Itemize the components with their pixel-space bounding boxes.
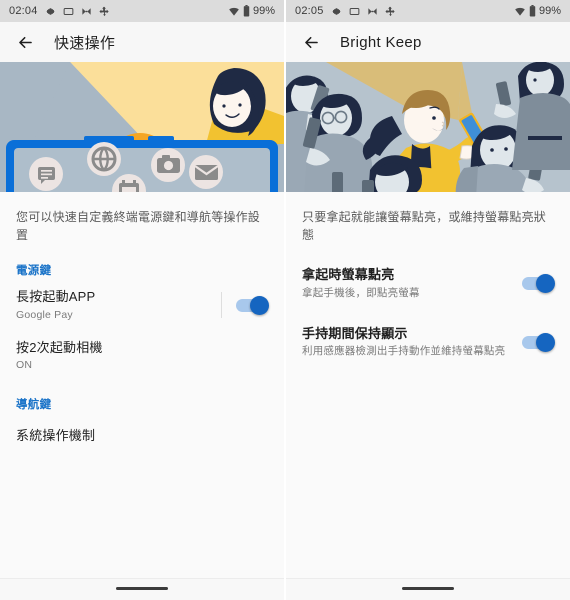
row-title: 按2次起動相機 <box>16 339 103 355</box>
section-header-power-key: 電源鍵 <box>16 265 52 277</box>
app-bar: Bright Keep <box>286 22 570 62</box>
wifi-icon <box>514 6 526 17</box>
bowtie-icon <box>367 6 378 17</box>
status-icon-group <box>331 6 396 17</box>
back-arrow-icon[interactable] <box>298 29 324 55</box>
status-bar: 02:04 99% <box>0 0 284 22</box>
list-item[interactable]: 手持期間保持顯示 利用感應器檢測出手持動作並維持螢幕點亮 <box>286 317 570 368</box>
toggle-knob <box>536 273 555 293</box>
bowtie-icon <box>81 6 92 17</box>
section-header-nav-key: 導航鍵 <box>16 398 52 411</box>
row-title: 長按起動APP <box>16 289 96 304</box>
status-time: 02:04 <box>9 5 38 17</box>
app-bar: 快速操作 <box>0 22 284 62</box>
row-divider <box>221 292 222 319</box>
row-texts: 拿起時螢幕點亮 拿起手機後，即點亮螢幕 <box>302 266 522 301</box>
wifi-icon <box>228 6 240 17</box>
screenshot-icon <box>63 6 74 17</box>
page-title: Bright Keep <box>340 33 422 51</box>
right-phone-screen: 02:05 99% Bright Keep 只要拿起就能讓螢幕點亮，或維持螢幕點… <box>286 0 570 600</box>
row-texts: 長按起動APP Google Pay <box>16 288 213 323</box>
list-item[interactable]: 拿起時螢幕點亮 拿起手機後，即點亮螢幕 <box>286 258 570 309</box>
move-icon <box>98 6 110 17</box>
gesture-nav-bar <box>286 578 570 600</box>
status-right-group: 99% <box>514 5 561 17</box>
row-subtitle: Google Pay <box>16 308 73 321</box>
status-bar: 02:05 99% <box>286 0 570 22</box>
left-phone-screen: 02:04 99% 快速操作 您可以快速自定義終端電源鍵和導航等操作設置 電源鍵… <box>0 0 284 600</box>
battery-icon <box>243 5 250 17</box>
toggle-switch-hold-to-keep-on[interactable] <box>522 332 555 352</box>
row-title: 系統操作機制 <box>16 427 96 443</box>
move-icon <box>384 6 396 17</box>
intro-text: 只要拿起就能讓螢幕點亮，或維持螢幕點亮狀態 <box>302 210 547 242</box>
quick-action-illustration: $ <box>0 62 284 192</box>
screenshot-icon <box>349 6 360 17</box>
battery-percent: 99% <box>538 5 561 17</box>
row-subtitle: 利用感應器檢測出手持動作並維持螢幕點亮 <box>302 345 506 358</box>
gear-icon <box>331 6 342 17</box>
crowd-phone-illustration <box>286 62 570 192</box>
status-time: 02:05 <box>295 5 324 17</box>
intro-text: 您可以快速自定義終端電源鍵和導航等操作設置 <box>16 210 261 242</box>
dual-screenshot-container: 02:04 99% 快速操作 您可以快速自定義終端電源鍵和導航等操作設置 電源鍵… <box>0 0 570 600</box>
gesture-nav-bar <box>0 578 284 600</box>
status-icon-group <box>45 6 110 17</box>
row-title: 手持期間保持顯示 <box>302 325 408 341</box>
gear-icon <box>45 6 56 17</box>
gesture-nav-pill[interactable] <box>402 587 454 590</box>
row-title: 拿起時螢幕點亮 <box>302 267 395 282</box>
list-item[interactable]: 系統操作機制 <box>0 414 284 458</box>
row-texts: 手持期間保持顯示 利用感應器檢測出手持動作並維持螢幕點亮 <box>302 325 522 360</box>
toggle-knob <box>250 295 269 315</box>
toggle-knob <box>536 332 555 352</box>
settings-body: 只要拿起就能讓螢幕點亮，或維持螢幕點亮狀態 拿起時螢幕點亮 拿起手機後，即點亮螢… <box>286 192 570 368</box>
row-subtitle: ON <box>16 359 33 372</box>
list-item[interactable]: 按2次起動相機 ON <box>0 331 284 382</box>
row-subtitle: 拿起手機後，即點亮螢幕 <box>302 286 420 299</box>
row-texts: 按2次起動相機 ON <box>16 339 270 374</box>
settings-body: 您可以快速自定義終端電源鍵和導航等操作設置 電源鍵 長按起動APP Google… <box>0 192 284 458</box>
list-item[interactable]: 長按起動APP Google Pay <box>0 280 284 331</box>
gesture-nav-pill[interactable] <box>116 587 168 590</box>
back-arrow-icon[interactable] <box>12 29 38 55</box>
status-right-group: 99% <box>228 5 275 17</box>
row-texts: 系統操作機制 <box>16 427 270 445</box>
battery-percent: 99% <box>252 5 275 17</box>
toggle-switch-lift-to-wake[interactable] <box>522 273 555 293</box>
battery-icon <box>529 5 536 17</box>
page-title: 快速操作 <box>54 34 116 52</box>
toggle-switch-long-press-app[interactable] <box>236 295 269 315</box>
